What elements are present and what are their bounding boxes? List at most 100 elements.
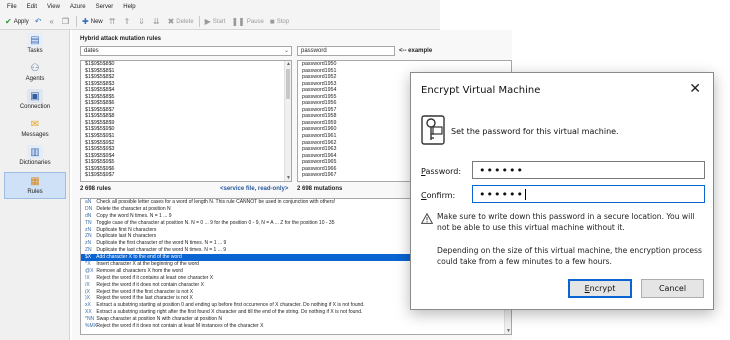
rule-syntax-item[interactable]: XX Extract a substring starting right af…	[81, 309, 511, 316]
rule-syntax-text: Duplicate first N characters	[95, 226, 157, 233]
start-button[interactable]: ▶ Start	[202, 17, 229, 26]
service-file-link[interactable]: <service file, read-only>	[220, 186, 288, 192]
menu-file[interactable]: File	[2, 4, 22, 10]
menu-azure[interactable]: Azure	[65, 4, 91, 10]
start-label: Start	[212, 18, 226, 25]
pause-label: Pause	[246, 18, 264, 25]
rule-syntax-text: Reject the word if the last character is…	[95, 295, 193, 302]
dialog-heading: Set the password for this virtual machin…	[451, 127, 619, 136]
rule-syntax-text: Reject the word if the first character i…	[95, 288, 194, 295]
pause-button[interactable]: ❚❚ Pause	[228, 17, 266, 26]
undo-button[interactable]: ↶	[32, 17, 47, 26]
rule-syntax-text: Copy the word N times. N = 1 ... 9	[95, 212, 172, 219]
warning-text: Make sure to write down this password in…	[437, 212, 695, 232]
rule-syntax-key: %MX	[85, 323, 97, 330]
rule-syntax-key: $X	[85, 254, 92, 261]
rule-syntax-item[interactable]: %MX Reject the word if it does not conta…	[81, 323, 511, 330]
rule-syntax-key: (X	[85, 288, 90, 295]
rules-scrollbar[interactable]: ▲ ▼	[284, 61, 291, 181]
rule-syntax-key: ZN	[85, 247, 92, 254]
move-bottom-icon: ⇊	[152, 17, 160, 26]
rule-syntax-text: Extract a substring starting at position…	[95, 302, 365, 309]
encrypt-vm-dialog: Encrypt Virtual Machine ✕ Set the passwo…	[410, 72, 714, 310]
menu-edit[interactable]: Edit	[22, 4, 42, 10]
panel-title: Hybrid attack mutation rules	[80, 36, 162, 42]
left-navigation: ▤ Tasks ⚇ Agents ▣ Connection ✉ Messages…	[0, 30, 70, 340]
rule-list-item[interactable]: $1$9$5$9$7	[81, 172, 291, 179]
rules-icon: ▦	[30, 175, 40, 187]
play-icon: ▶	[204, 17, 211, 26]
encrypt-button[interactable]: Encrypt	[568, 279, 632, 298]
rule-syntax-text: Extract a substring starting right after…	[95, 309, 363, 316]
move-top-button[interactable]: ⇈	[106, 17, 121, 26]
stop-button[interactable]: ■ Stop	[267, 17, 292, 26]
password-mask: ••••••	[479, 163, 524, 177]
back-button[interactable]: «	[46, 17, 58, 26]
cancel-button[interactable]: Cancel	[641, 279, 704, 298]
scroll-down-icon[interactable]: ▼	[505, 328, 511, 334]
rule-syntax-text: Duplicate last N characters	[95, 233, 157, 240]
nav-item-dictionaries[interactable]: ▥ Dictionaries	[4, 144, 66, 171]
toolbar-divider	[198, 16, 200, 27]
scroll-thumb[interactable]	[286, 69, 290, 99]
dictionary-select[interactable]: dates ⌄	[80, 46, 292, 56]
rule-syntax-key: aN	[85, 199, 92, 205]
rule-syntax-text: Reject the word if it contains at least …	[95, 274, 214, 281]
new-label: New	[90, 18, 103, 25]
example-input[interactable]: password	[297, 46, 395, 56]
rule-syntax-key: zN	[85, 240, 92, 247]
dictionaries-icon: ▥	[27, 145, 43, 159]
nav-label: Dictionaries	[19, 160, 51, 166]
apply-label: Apply	[13, 18, 29, 25]
agents-icon: ⚇	[30, 62, 40, 74]
nav-item-agents[interactable]: ⚇ Agents	[4, 60, 66, 87]
rule-syntax-text: Delete the character at position N	[95, 205, 171, 212]
rule-syntax-key: zN	[85, 226, 92, 233]
nav-label: Connection	[19, 104, 51, 110]
toolbar-divider	[76, 16, 78, 27]
delete-icon: ✖	[167, 17, 175, 26]
copy-button[interactable]: ❐	[59, 17, 74, 26]
rule-syntax-key: )X	[85, 295, 90, 302]
nav-item-tasks[interactable]: ▤ Tasks	[4, 32, 66, 59]
check-icon: ✔	[5, 17, 12, 26]
password-field[interactable]: ••••••	[472, 161, 705, 179]
dialog-title: Encrypt Virtual Machine	[421, 85, 541, 96]
new-button[interactable]: ✚ New	[79, 17, 106, 26]
menu-help[interactable]: Help	[118, 4, 140, 10]
rule-syntax-item[interactable]: *NN Swap character at position N with ch…	[81, 316, 511, 323]
rule-syntax-key: XX	[85, 309, 92, 316]
apply-button[interactable]: ✔ Apply	[2, 17, 32, 26]
rule-syntax-key: TN	[85, 219, 92, 226]
password-label: Password:	[421, 167, 461, 176]
close-icon[interactable]: ✕	[689, 81, 701, 97]
menu-server[interactable]: Server	[91, 4, 119, 10]
scroll-up-icon[interactable]: ▲	[285, 61, 291, 67]
nav-item-rules[interactable]: ▦ Rules	[4, 172, 66, 199]
password-label-text: assword:	[425, 167, 462, 176]
confirm-label-text: onfirm:	[426, 191, 456, 200]
nav-item-messages[interactable]: ✉ Messages	[4, 116, 66, 143]
warning-icon	[421, 213, 433, 224]
nav-label: Tasks	[27, 48, 43, 54]
rule-syntax-key: DN	[85, 205, 93, 212]
encrypt-label: ncrypt	[589, 284, 616, 293]
rule-syntax-text: Add character X to the end of the word	[95, 254, 182, 261]
toolbar: ✔ Apply ↶ « ❐ ✚ New ⇈ ⇑ ⇓ ⇊ ✖ Delete ▶ S…	[0, 14, 440, 30]
rule-syntax-text: Reject the word if it does not contain a…	[95, 323, 264, 330]
menu-bar: File Edit View Azure Server Help	[0, 0, 440, 14]
rule-syntax-key: ^X	[85, 261, 91, 268]
move-bottom-button[interactable]: ⇊	[150, 17, 165, 26]
rule-syntax-key: !X	[85, 274, 90, 281]
nav-item-connection[interactable]: ▣ Connection	[4, 88, 66, 115]
confirm-password-field[interactable]: ••••••	[472, 185, 705, 203]
rule-syntax-text: Swap character at position N with charac…	[95, 316, 223, 323]
scroll-down-icon[interactable]: ▼	[285, 175, 291, 181]
move-up-button[interactable]: ⇑	[120, 17, 135, 26]
menu-view[interactable]: View	[42, 4, 65, 10]
delete-button[interactable]: ✖ Delete	[165, 17, 197, 26]
move-up-icon: ⇑	[123, 17, 131, 26]
move-down-button[interactable]: ⇓	[135, 17, 150, 26]
chevron-down-icon: ⌄	[283, 48, 289, 54]
rules-list[interactable]: $1$9$5$8$0 $1$9$5$8$1 $1$9$5$8$2 $1$9$5$8$3…	[80, 60, 292, 182]
